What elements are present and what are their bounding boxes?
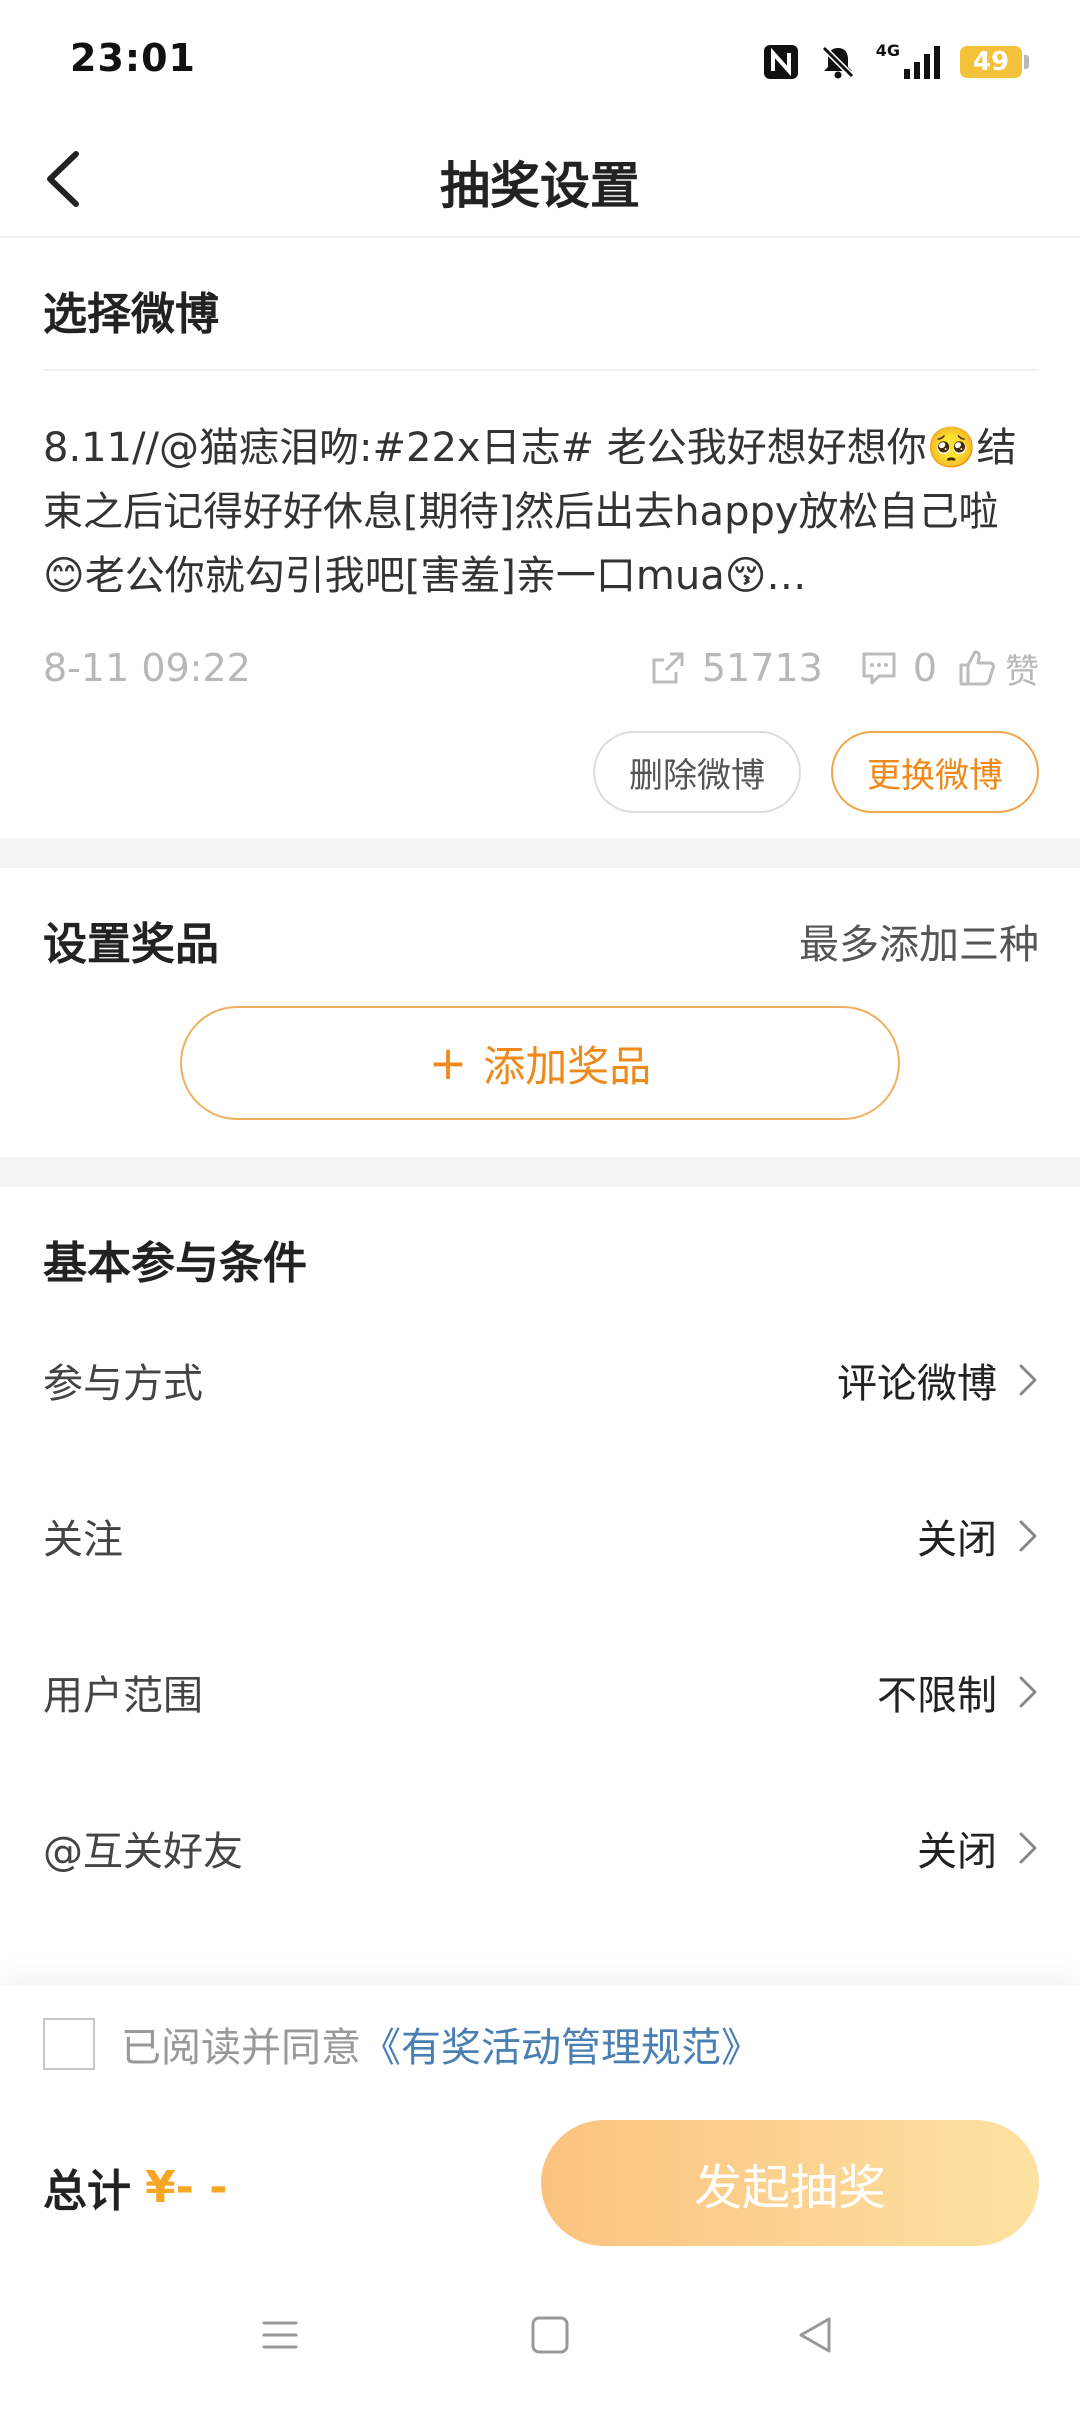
- repost-icon: [648, 648, 688, 688]
- condition-value: 评论微博: [837, 1351, 1039, 1409]
- system-navigation-bar: [0, 2265, 1080, 2412]
- delete-weibo-button[interactable]: 删除微博: [593, 731, 801, 813]
- condition-row-mention-friends[interactable]: @互关好友 关闭: [43, 1798, 1039, 1898]
- condition-value-text: 不限制: [877, 1673, 997, 1719]
- weibo-stats: 51713 0 赞: [622, 644, 1039, 693]
- chevron-right-icon: [1019, 1364, 1037, 1396]
- weibo-actions: 删除微博 更换微博: [593, 731, 1039, 813]
- divider: [43, 369, 1039, 371]
- condition-value: 关闭: [917, 1507, 1039, 1565]
- like-label: 赞: [1005, 651, 1039, 692]
- conditions-title: 基本参与条件: [43, 1238, 307, 1289]
- signal-icon: 4G: [876, 43, 942, 81]
- status-time: 23:01: [70, 36, 196, 80]
- bottom-action-bar: 已阅读并同意《有奖活动管理规范》 总计 ¥- - 发起抽奖: [0, 1985, 1080, 2265]
- battery-level: 49: [960, 46, 1022, 78]
- repost-stat: 51713: [648, 646, 823, 690]
- add-prize-label: 添加奖品: [483, 1041, 652, 1091]
- condition-value-text: 关闭: [917, 1829, 997, 1875]
- condition-label: 用户范围: [43, 1673, 203, 1719]
- menu-icon[interactable]: [250, 2305, 310, 2365]
- chevron-right-icon: [1019, 1832, 1037, 1864]
- lottery-settings-page: 23:01 4G 49 抽奖设置 选择微博 8.11//@猫痣泪吻:#22x日志…: [0, 0, 1080, 2412]
- comment-count: 0: [912, 646, 937, 690]
- plus-icon: +: [428, 1036, 468, 1090]
- bell-muted-icon: [818, 42, 858, 82]
- condition-row-participation-method[interactable]: 参与方式 评论微博: [43, 1330, 1039, 1430]
- comment-stat: 0: [859, 646, 937, 690]
- prize-limit-hint: 最多添加三种: [799, 922, 1039, 968]
- network-type: 4G: [875, 41, 900, 60]
- page-title: 抽奖设置: [440, 157, 640, 215]
- total-value: ¥- -: [145, 2161, 228, 2213]
- set-prize-section: 设置奖品 最多添加三种 + 添加奖品: [0, 868, 1080, 1157]
- status-icons: 4G 49: [762, 40, 1030, 84]
- condition-label: @互关好友: [43, 1829, 243, 1875]
- select-weibo-title: 选择微博: [43, 289, 219, 340]
- weibo-content[interactable]: 8.11//@猫痣泪吻:#22x日志# 老公我好想好想你🥺结束之后记得好好休息[…: [43, 416, 1039, 608]
- chevron-left-icon[interactable]: [36, 144, 96, 214]
- nfc-icon: [762, 43, 800, 81]
- condition-label: 参与方式: [43, 1361, 203, 1407]
- section-separator: [0, 838, 1080, 868]
- weibo-meta: 8-11 09:22 51713 0 赞: [43, 638, 1039, 698]
- status-bar: 23:01 4G 49: [0, 0, 1080, 120]
- set-prize-title: 设置奖品: [43, 919, 219, 970]
- chevron-right-icon: [1019, 1520, 1037, 1552]
- select-weibo-section: 选择微博 8.11//@猫痣泪吻:#22x日志# 老公我好想好想你🥺结束之后记得…: [0, 238, 1080, 838]
- condition-label: 关注: [43, 1517, 123, 1563]
- section-separator: [0, 1157, 1080, 1187]
- chevron-right-icon: [1019, 1676, 1037, 1708]
- condition-value-text: 关闭: [917, 1517, 997, 1563]
- participation-conditions-section: 基本参与条件 参与方式 评论微博 关注 关闭 用户范围 不限制 @互关好友 关闭: [0, 1187, 1080, 2031]
- nav-bar: 抽奖设置: [0, 120, 1080, 238]
- agreement-text: 已阅读并同意: [121, 2025, 361, 2071]
- like-stat: 赞: [957, 644, 1039, 693]
- change-weibo-button[interactable]: 更换微博: [831, 731, 1039, 813]
- agreement-link[interactable]: 《有奖活动管理规范》: [361, 2025, 761, 2071]
- battery-icon: 49: [960, 45, 1030, 79]
- total-label: 总计: [43, 2166, 131, 2217]
- condition-value: 关闭: [917, 1819, 1039, 1877]
- condition-row-user-range[interactable]: 用户范围 不限制: [43, 1642, 1039, 1742]
- thumbs-up-icon: [957, 648, 997, 688]
- agree-checkbox[interactable]: [43, 2018, 95, 2070]
- agreement-text-wrap: 已阅读并同意《有奖活动管理规范》: [121, 2015, 761, 2073]
- condition-value-text: 评论微博: [837, 1361, 997, 1407]
- condition-row-follow[interactable]: 关注 关闭: [43, 1486, 1039, 1586]
- start-lottery-button[interactable]: 发起抽奖: [541, 2120, 1039, 2246]
- comment-icon: [859, 648, 899, 688]
- home-square-icon[interactable]: [520, 2305, 580, 2365]
- repost-count: 51713: [701, 646, 823, 690]
- back-triangle-icon[interactable]: [785, 2305, 845, 2365]
- total-row: 总计 ¥- -: [43, 2155, 227, 2219]
- agreement-row: 已阅读并同意《有奖活动管理规范》: [43, 2015, 761, 2073]
- add-prize-button[interactable]: + 添加奖品: [180, 1006, 900, 1120]
- condition-value: 不限制: [877, 1663, 1039, 1721]
- weibo-time: 8-11 09:22: [43, 646, 251, 690]
